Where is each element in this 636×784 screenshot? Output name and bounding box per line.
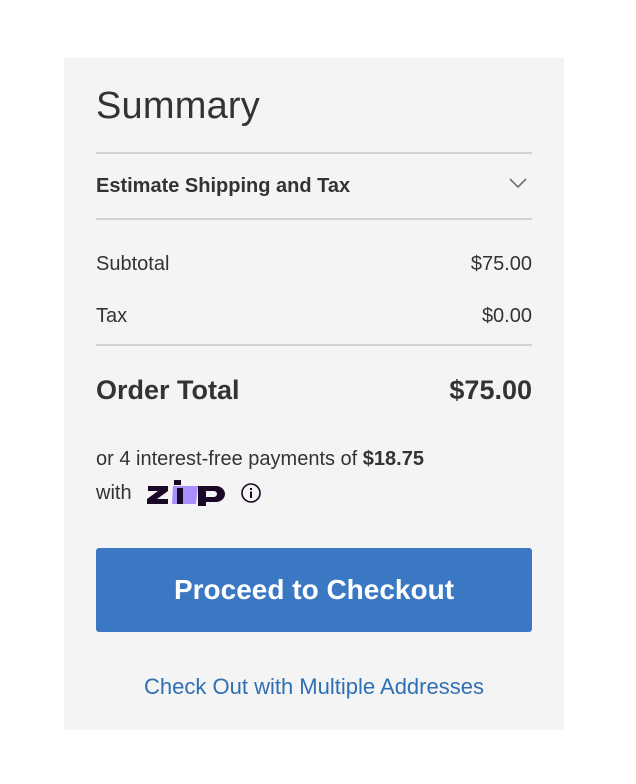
chevron-down-icon <box>509 178 527 189</box>
estimate-shipping-toggle[interactable]: Estimate Shipping and Tax <box>96 154 532 218</box>
order-total-label: Order Total <box>96 374 240 405</box>
zip-text-with: with <box>96 482 132 504</box>
zip-line: with <box>96 476 532 510</box>
estimate-shipping-label: Estimate Shipping and Tax <box>96 174 351 197</box>
info-icon[interactable] <box>240 482 262 504</box>
zip-installment-text: or 4 interest-free payments of $18.75 <box>96 442 532 476</box>
divider <box>96 218 532 220</box>
subtotal-value: $75.00 <box>470 252 532 275</box>
zip-text-before: or 4 interest-free payments of <box>96 448 363 470</box>
order-summary: Summary Estimate Shipping and Tax Subtot… <box>64 58 564 730</box>
tax-value: $0.00 <box>481 304 532 327</box>
divider <box>96 344 532 346</box>
zip-amount: $18.75 <box>362 448 424 470</box>
zip-installments: or 4 interest-free payments of $18.75 wi… <box>96 442 532 510</box>
subtotal-label: Subtotal <box>96 252 170 275</box>
subtotal-row: Subtotal $75.00 <box>96 250 532 278</box>
summary-title: Summary <box>96 85 260 127</box>
zip-logo <box>146 480 225 506</box>
checkout-multiple-addresses-link[interactable]: Check Out with Multiple Addresses <box>96 674 532 700</box>
order-total-value: $75.00 <box>449 374 532 405</box>
proceed-to-checkout-button[interactable]: Proceed to Checkout <box>96 548 532 632</box>
tax-row: Tax $0.00 <box>96 302 532 330</box>
tax-label: Tax <box>96 304 128 327</box>
order-total-row: Order Total $75.00 <box>96 372 532 408</box>
